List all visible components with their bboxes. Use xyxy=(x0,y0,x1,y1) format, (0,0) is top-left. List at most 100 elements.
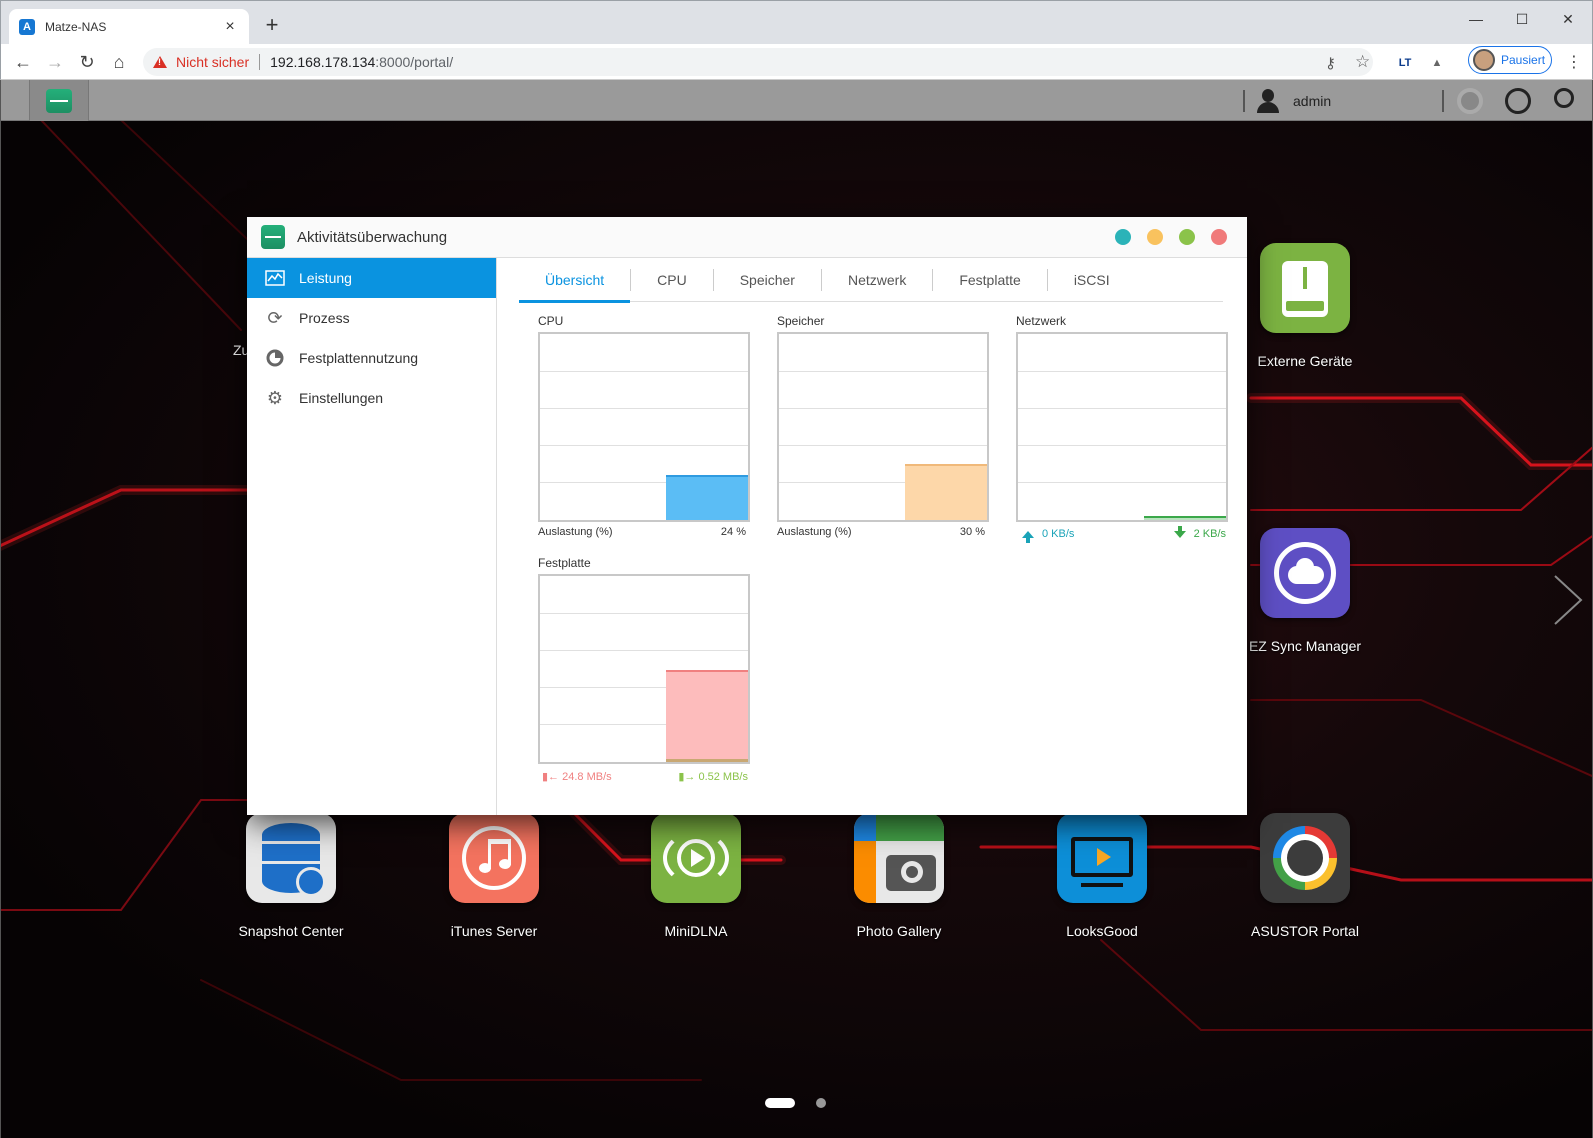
desktop-icon-asustor-portal[interactable]: ASUSTOR Portal xyxy=(1225,813,1385,939)
disk-read-value: 24.8 MB/s xyxy=(562,771,612,783)
reload-icon[interactable]: ↻ xyxy=(75,50,99,74)
taskbar-activity-monitor-button[interactable] xyxy=(29,80,89,121)
chart-icon xyxy=(265,268,285,288)
disk-graph xyxy=(538,574,750,764)
sidebar-item-festplattennutzung[interactable]: Festplattennutzung xyxy=(247,338,496,378)
desktop-icon-looksgood[interactable]: LooksGood xyxy=(1022,813,1182,939)
browser-toolbar: ← → ↻ ⌂ Nicht sicher 192.168.178.134:800… xyxy=(0,44,1593,80)
tab-speicher[interactable]: Speicher xyxy=(714,258,821,302)
cpu-usage-label: Auslastung (%) xyxy=(538,526,613,538)
camera-icon xyxy=(854,813,944,903)
profile-avatar xyxy=(1473,49,1495,71)
sidebar-item-label: Festplattennutzung xyxy=(299,350,419,366)
disk-read-icon: ▮← xyxy=(542,771,560,783)
drive-extension-icon[interactable]: ▲ xyxy=(1427,54,1447,72)
panel-title: Speicher xyxy=(777,314,825,328)
window-titlebar[interactable]: Aktivitätsüberwachung xyxy=(247,217,1247,258)
tab-netzwerk[interactable]: Netzwerk xyxy=(822,258,932,302)
desktop-icon-label: MiniDLNA xyxy=(664,923,728,939)
home-icon[interactable]: ⌂ xyxy=(107,50,131,74)
sidebar-item-leistung[interactable]: Leistung xyxy=(247,258,496,298)
tab-uebersicht[interactable]: Übersicht xyxy=(519,258,631,303)
bookmark-star-icon[interactable]: ☆ xyxy=(1355,52,1370,72)
sidebar-item-label: Leistung xyxy=(299,270,352,286)
panel-footer: Auslastung (%) 24 % xyxy=(538,526,750,538)
window-minimize-button[interactable] xyxy=(1147,229,1163,245)
disk-write-icon: ▮→ xyxy=(678,771,696,783)
profile-button[interactable]: Pausiert xyxy=(1468,46,1552,74)
window-close-icon[interactable]: ✕ xyxy=(1545,5,1591,33)
page-indicator[interactable] xyxy=(816,1098,826,1108)
disk-read: ▮← 24.8 MB/s xyxy=(542,770,612,783)
tab-close-icon[interactable]: × xyxy=(221,18,239,36)
cpu-usage-bar xyxy=(666,475,748,520)
profile-status: Pausiert xyxy=(1501,53,1546,67)
desktop-icon-ez-sync-manager[interactable]: EZ Sync Manager xyxy=(1225,528,1385,654)
desktop-icon-label: Snapshot Center xyxy=(238,923,344,939)
sidebar-item-prozess[interactable]: ⟳ Prozess xyxy=(247,298,496,338)
notification-icon[interactable] xyxy=(1457,88,1483,114)
forward-icon[interactable]: → xyxy=(43,50,67,74)
browser-tabstrip: A Matze-NAS × + — ☐ ✕ xyxy=(0,0,1593,45)
sidebar-item-label: Prozess xyxy=(299,310,350,326)
window-close-button[interactable] xyxy=(1211,229,1227,245)
tab-iscsi[interactable]: iSCSI xyxy=(1048,258,1136,302)
key-icon[interactable]: ⚷ xyxy=(1325,54,1336,72)
desktop-icon-label: iTunes Server xyxy=(450,923,538,939)
maximize-icon[interactable]: ☐ xyxy=(1499,5,1545,33)
desktop-icon-label: ASUSTOR Portal xyxy=(1251,923,1359,939)
activity-monitor-icon xyxy=(261,225,285,249)
stream-play-icon xyxy=(651,813,741,903)
desktop-icon-minidlna[interactable]: MiniDLNA xyxy=(616,813,776,939)
tab-title: Matze-NAS xyxy=(45,20,107,34)
omnibox-divider xyxy=(259,54,261,70)
languagetool-extension-icon[interactable]: LT xyxy=(1395,54,1415,72)
minimize-icon[interactable]: — xyxy=(1453,5,1499,33)
sidebar-item-einstellungen[interactable]: ⚙ Einstellungen xyxy=(247,378,496,418)
network-panel: Netzwerk 0 KB/s 2 KB/s xyxy=(1016,314,1228,543)
tab-festplatte[interactable]: Festplatte xyxy=(933,258,1046,302)
disk-write-bar xyxy=(666,759,748,762)
network-traffic-bar xyxy=(1144,516,1226,520)
network-upload: 0 KB/s xyxy=(1022,528,1074,543)
dashboard-gauge-icon[interactable] xyxy=(1505,88,1531,114)
window-title: Aktivitätsüberwachung xyxy=(297,228,448,246)
disk-write-value: 0.52 MB/s xyxy=(698,771,748,783)
next-page-chevron-icon[interactable] xyxy=(1549,570,1589,630)
network-download-value: 2 KB/s xyxy=(1193,528,1226,540)
window-sidebar: Leistung ⟳ Prozess Festplattennutzung ⚙ … xyxy=(247,258,497,815)
page-indicator-active[interactable] xyxy=(765,1098,795,1108)
desktop-icon-snapshot-center[interactable]: Snapshot Center xyxy=(211,813,371,939)
activity-monitor-window: Aktivitätsüberwachung Leistung ⟳ Prozess xyxy=(247,217,1247,815)
warning-icon xyxy=(153,56,167,68)
pie-icon xyxy=(265,348,285,368)
username: admin xyxy=(1293,93,1332,109)
tab-bar: Übersicht CPU Speicher Netzwerk Festplat… xyxy=(519,258,1223,303)
search-icon[interactable] xyxy=(1554,88,1574,108)
window-maximize-button[interactable] xyxy=(1179,229,1195,245)
browser-tab[interactable]: A Matze-NAS × xyxy=(9,9,249,45)
memory-panel: Speicher Auslastung (%) 30 % xyxy=(777,314,989,538)
network-download: 2 KB/s xyxy=(1173,525,1226,540)
window-info-button[interactable] xyxy=(1115,229,1131,245)
back-icon[interactable]: ← xyxy=(11,50,35,74)
new-tab-button[interactable]: + xyxy=(259,12,285,38)
url-path: :8000/portal/ xyxy=(375,54,454,70)
tv-play-icon xyxy=(1057,813,1147,903)
taskbar-divider xyxy=(1243,90,1245,112)
desktop-icon-externe-geraete[interactable]: Externe Geräte xyxy=(1225,243,1385,369)
cpu-usage-value: 24 % xyxy=(720,526,746,538)
memory-usage-label: Auslastung (%) xyxy=(777,526,852,538)
browser-menu-icon[interactable]: ⋮ xyxy=(1566,52,1582,72)
user-menu[interactable]: admin xyxy=(1255,88,1331,114)
user-icon xyxy=(1255,88,1281,114)
panel-footer: ▮← 24.8 MB/s ▮→ 0.52 MB/s xyxy=(538,770,750,783)
disk-panel: Festplatte ▮← 24.8 MB/s ▮→ 0.52 MB/s xyxy=(538,556,750,783)
panel-title: Festplatte xyxy=(538,556,591,570)
tab-cpu[interactable]: CPU xyxy=(631,258,713,302)
desktop-icon-itunes-server[interactable]: iTunes Server xyxy=(414,813,574,939)
refresh-icon: ⟳ xyxy=(267,307,283,328)
desktop-icon-photo-gallery[interactable]: Photo Gallery xyxy=(819,813,979,939)
panel-title: CPU xyxy=(538,314,564,328)
address-bar[interactable]: Nicht sicher 192.168.178.134:8000/portal… xyxy=(143,48,1373,76)
